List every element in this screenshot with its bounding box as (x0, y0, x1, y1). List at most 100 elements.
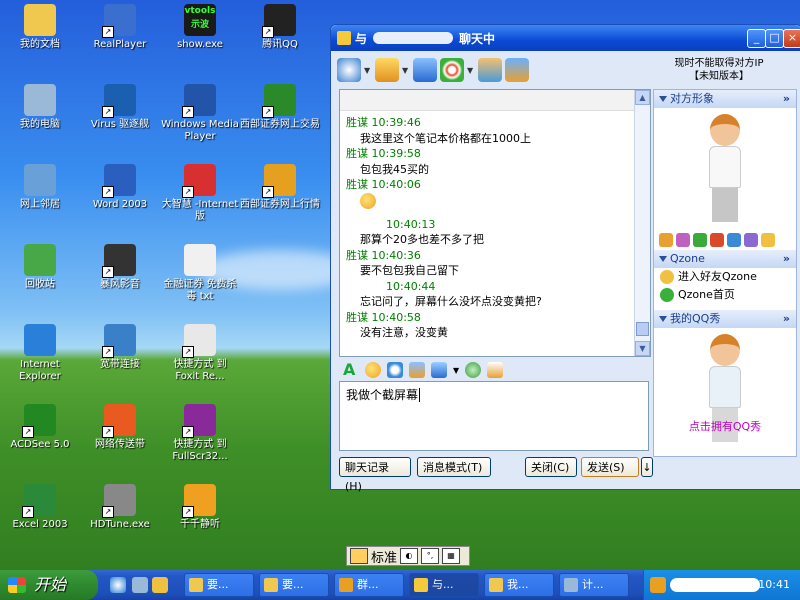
chevron-down-icon[interactable]: ▼ (453, 366, 459, 375)
quicklaunch-icon[interactable] (152, 577, 168, 593)
quick-reply-icon[interactable] (487, 362, 504, 378)
close-window-button[interactable]: × (783, 29, 800, 48)
desktop-icon[interactable]: ↗ 快捷方式 到 Foxit Re... (160, 324, 240, 383)
edit-pencil-icon[interactable] (505, 58, 529, 82)
desktop-icon[interactable]: 网上邻居 (0, 164, 80, 211)
photo-icon[interactable] (659, 233, 673, 247)
desktop-icon[interactable]: ↗ 快捷方式 到 FullScr32... (160, 404, 240, 463)
scroll-up-icon[interactable]: ▲ (635, 90, 650, 105)
send-button[interactable]: 发送(S) (581, 457, 639, 477)
desktop-icon[interactable]: 我的文档 (0, 4, 80, 51)
desktop-icon[interactable]: ↗ Word 2003 (80, 164, 160, 211)
punctuation-icon[interactable]: °, (421, 548, 440, 564)
desktop-icon[interactable]: ↗ 西部证券网上行情 (240, 164, 320, 211)
expand-chevron-icon[interactable]: » (783, 250, 790, 268)
chat-titlebar[interactable]: 与 聊天中 (331, 25, 800, 51)
video-call-icon[interactable] (337, 58, 361, 82)
taskbar-button[interactable]: 与... (409, 573, 479, 597)
ime-mode-label[interactable]: 标准 (371, 547, 397, 566)
qq-tray-icon[interactable] (650, 577, 666, 593)
invite-user-icon[interactable] (478, 58, 502, 82)
desktop-icon[interactable]: ↗ HDTune.exe (80, 484, 160, 531)
realplayer-icon: ↗ (102, 4, 136, 38)
message-mode-button[interactable]: 消息模式(T) (417, 457, 491, 477)
sms-phone-icon[interactable] (413, 58, 437, 82)
minimize-button[interactable]: _ (747, 29, 766, 48)
desktop-icon[interactable]: ↗ 千千静听 (160, 484, 240, 531)
my-qqshow-avatar[interactable] (703, 334, 747, 452)
avatar-panel-header[interactable]: 对方形象 » (654, 90, 796, 108)
chevron-down-icon[interactable]: ▼ (467, 66, 475, 75)
ie-quicklaunch-icon[interactable] (110, 577, 126, 593)
game-target-icon[interactable] (440, 58, 464, 82)
taskbar-button-label: 与... (432, 578, 454, 591)
send-options-button[interactable]: ↓ (641, 457, 653, 477)
desktop-icon[interactable]: ↗ RealPlayer (80, 4, 160, 51)
qzone-friend-label: 进入好友Qzone (678, 270, 757, 283)
desktop-icon[interactable]: 金融证券 免费杀毒 txt (160, 244, 240, 303)
start-button[interactable]: 开始 (0, 570, 98, 600)
taskbar-button[interactable]: 群... (334, 573, 404, 597)
shortcut-arrow-icon: ↗ (182, 186, 194, 198)
message-scrollbar[interactable]: ▲ ▼ (634, 90, 650, 356)
soft-keyboard-icon[interactable]: ▦ (442, 548, 461, 564)
scroll-down-icon[interactable]: ▼ (635, 341, 650, 356)
emoticon-icon[interactable] (365, 362, 381, 378)
screenshot-icon[interactable] (431, 362, 447, 378)
desktop-icon[interactable]: ↗ ACDSee 5.0 (0, 404, 80, 451)
magic-emoticon-icon[interactable] (387, 362, 403, 378)
qqshow-panel-header[interactable]: 我的QQ秀 » (654, 310, 796, 328)
desktop-icon[interactable]: 回收站 (0, 244, 80, 291)
taskbar-button[interactable]: 要... (184, 573, 254, 597)
chevron-down-icon[interactable]: ▼ (402, 66, 410, 75)
gift-icon[interactable] (710, 233, 724, 247)
desktop-icon[interactable]: ↗ 宽带连接 (80, 324, 160, 371)
chevron-down-icon[interactable]: ▼ (364, 66, 372, 75)
expand-chevron-icon[interactable]: » (783, 90, 790, 108)
history-button[interactable]: 聊天记录(H) (339, 457, 411, 493)
qzone-friend-link[interactable]: 进入好友Qzone (654, 268, 796, 286)
image-icon[interactable] (409, 362, 425, 378)
taskbar-button[interactable]: 我... (484, 573, 554, 597)
contact-avatar[interactable] (703, 114, 747, 224)
music-icon[interactable] (465, 362, 482, 378)
close-chat-button[interactable]: 关闭(C) (525, 457, 577, 477)
desktop-icon[interactable]: ↗ Excel 2003 (0, 484, 80, 531)
expand-chevron-icon[interactable]: » (783, 310, 790, 328)
desktop-icon[interactable]: vtools 示波 show.exe (160, 4, 240, 51)
desktop-icon[interactable]: ↗ 大智慧 -Internet版 (160, 164, 240, 223)
message-content: 忘记问了，屏幕什么没坏点没变黄把? (360, 295, 542, 308)
taskbar-button[interactable]: 计... (559, 573, 629, 597)
star-icon[interactable] (761, 233, 775, 247)
desktop-icon[interactable]: ↗ 网络传送带 (80, 404, 160, 451)
taskbar-button[interactable]: 要... (259, 573, 329, 597)
show-desktop-icon[interactable] (132, 577, 148, 593)
user-icon[interactable] (744, 233, 758, 247)
desktop-icon[interactable]: 我的电脑 (0, 84, 80, 131)
refresh-icon[interactable] (693, 233, 707, 247)
maximize-button[interactable]: □ (765, 29, 784, 48)
message-history[interactable]: 胜谋 10:39:46 我这里这个笔记本价格都在1000上 胜谋 10:39:58 包… (339, 89, 651, 357)
desktop-icon[interactable]: ↗ 腾讯QQ (240, 4, 320, 51)
message-header-redacted (340, 90, 650, 111)
clock[interactable]: 10:41 (758, 570, 790, 600)
scroll-thumb[interactable] (636, 322, 649, 336)
desktop-icon[interactable]: ↗ 西部证券网上交易 (240, 84, 320, 131)
collapse-triangle-icon (659, 256, 667, 262)
desktop-icon[interactable]: Internet Explorer (0, 324, 80, 383)
get-qqshow-link[interactable]: 点击拥有QQ秀 (654, 418, 796, 434)
desktop-icon[interactable]: ↗ 暴风影音 (80, 244, 160, 291)
half-width-icon[interactable]: ◐ (400, 548, 419, 564)
mail-icon[interactable] (727, 233, 741, 247)
desktop-icon-label: 快捷方式 到 Foxit Re... (173, 359, 227, 382)
desktop-icon[interactable]: ↗ Virus 驱逐舰 (80, 84, 160, 131)
desktop-icon[interactable]: ↗ Windows Media Player (160, 84, 240, 143)
flower-icon[interactable] (676, 233, 690, 247)
qzone-home-link[interactable]: Qzone首页 (654, 286, 796, 304)
message-input[interactable]: 我做个截屏幕 (339, 381, 649, 451)
desktop-icon-label: 西部证券网上行情 (240, 199, 320, 210)
font-icon[interactable]: A (343, 362, 359, 378)
send-file-icon[interactable] (375, 58, 399, 82)
qzone-panel-header[interactable]: Qzone » (654, 250, 796, 268)
ime-logo-icon[interactable] (350, 548, 368, 564)
